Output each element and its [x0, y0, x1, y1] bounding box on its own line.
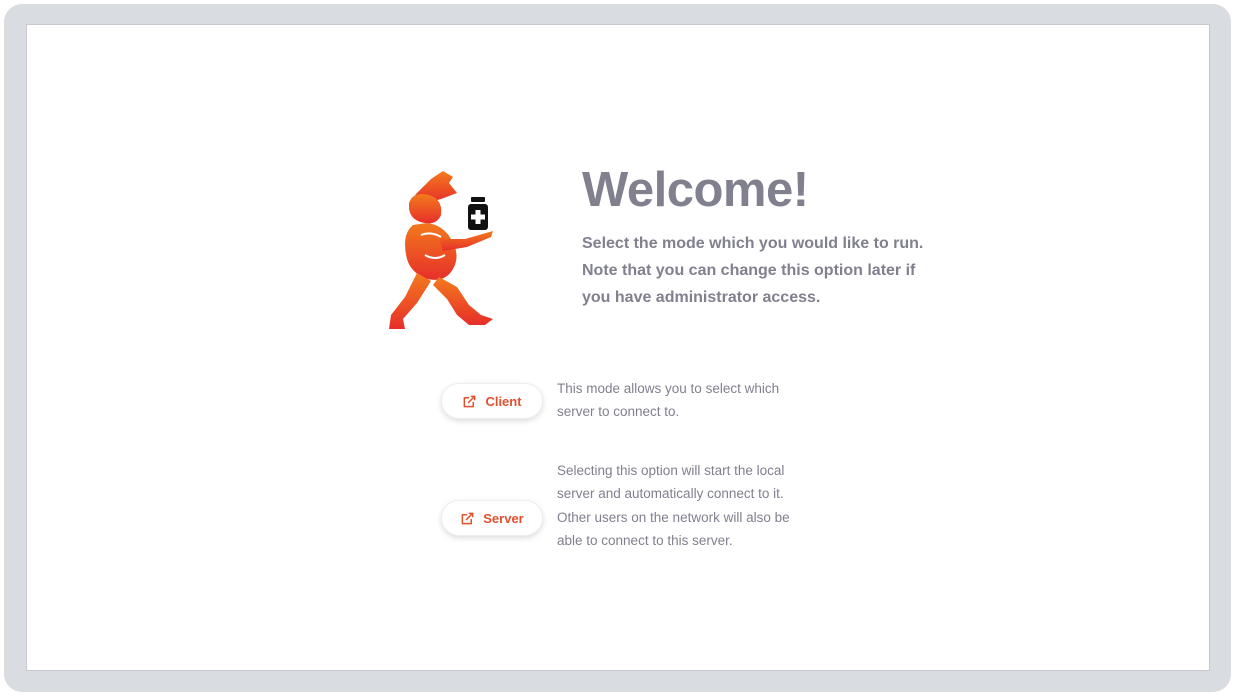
client-button-label: Client	[485, 393, 522, 409]
server-mode-description: Selecting this option will start the loc…	[557, 463, 790, 548]
welcome-title: Welcome!	[582, 163, 809, 217]
external-link-icon	[461, 512, 474, 524]
server-button[interactable]: Server	[441, 500, 543, 536]
pharmacist-logo-icon	[389, 171, 493, 329]
welcome-window: Welcome! Select the mode which you would…	[26, 24, 1210, 671]
client-mode-description: This mode allows you to select which ser…	[557, 381, 780, 420]
server-button-label: Server	[483, 510, 524, 526]
client-button[interactable]: Client	[441, 383, 543, 419]
welcome-description: Select the mode which you would like to …	[582, 235, 924, 306]
external-link-icon	[464, 395, 476, 407]
